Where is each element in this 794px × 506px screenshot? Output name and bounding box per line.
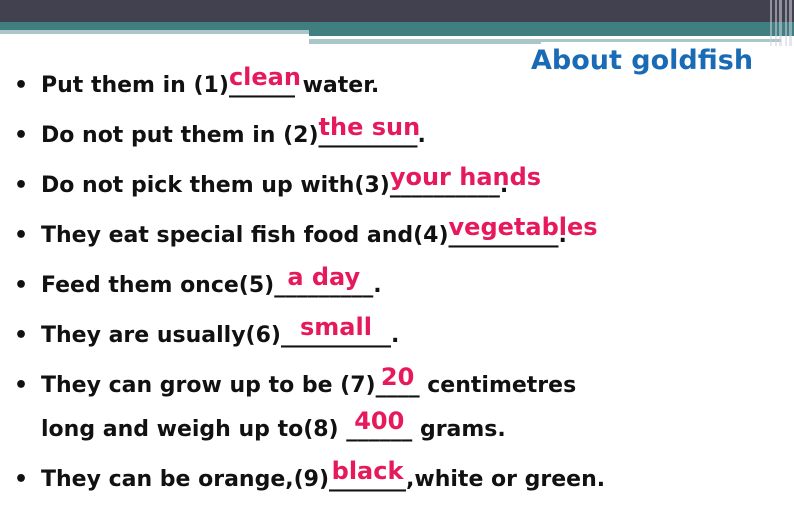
item-text-after: . bbox=[373, 273, 382, 298]
bullet: • bbox=[14, 173, 29, 198]
list-item: • Do not pick them up with(3)__________ yo… bbox=[14, 164, 541, 199]
answer-blank: _______ black bbox=[329, 458, 406, 493]
item-text-after: grams. bbox=[412, 417, 506, 442]
item-text: Put them in (1) bbox=[41, 73, 229, 98]
answer-blank: _________ a day bbox=[274, 264, 373, 299]
bullet: • bbox=[14, 373, 29, 398]
list-item-continuation: long and weigh up to(8) ______ 400 grams. bbox=[41, 408, 506, 443]
list-item: • Put them in (1)______ clean water. bbox=[14, 64, 380, 99]
answer-blank: _________ the sun bbox=[319, 114, 421, 149]
header-dark-bar bbox=[0, 0, 794, 22]
item-text: Feed them once(5) bbox=[41, 273, 275, 298]
bullet: • bbox=[14, 273, 29, 298]
item-text: Do not put them in (2) bbox=[41, 123, 319, 148]
item-text: They can grow up to be (7) bbox=[41, 373, 376, 398]
bullet: • bbox=[14, 123, 29, 148]
answer-text: 400 bbox=[354, 407, 405, 435]
list-item: • They can grow up to be (7)____ 20 centim… bbox=[14, 364, 577, 399]
answer-blank: __________ your hands bbox=[390, 164, 541, 199]
header-accent-line-right-2 bbox=[541, 39, 781, 42]
bullet: • bbox=[14, 323, 29, 348]
answer-blank: ______ clean bbox=[229, 64, 301, 99]
list-item: • Feed them once(5)_________ a day. bbox=[14, 264, 382, 299]
bullet: • bbox=[14, 223, 29, 248]
answer-text: a day bbox=[287, 263, 361, 291]
item-text: They can be orange,(9) bbox=[41, 467, 330, 492]
list-item: • They can be orange,(9)_______ black ,whit… bbox=[14, 458, 606, 493]
header-stripes bbox=[768, 0, 794, 46]
header-teal-bar-right bbox=[309, 30, 794, 36]
item-text: Do not pick them up with(3) bbox=[41, 173, 390, 198]
item-text-after: ,white or green. bbox=[406, 467, 606, 492]
item-text: They eat special fish food and(4) bbox=[41, 223, 449, 248]
item-text-after: centimetres bbox=[419, 373, 577, 398]
answer-blank: ______ 400 bbox=[346, 408, 412, 443]
header-teal-bar bbox=[0, 22, 794, 30]
item-text-after: water. bbox=[294, 73, 380, 98]
answer-text: the sun bbox=[318, 113, 421, 141]
item-text: They are usually(6) bbox=[41, 323, 281, 348]
answer-blank: ____ 20 bbox=[376, 364, 420, 399]
bullet: • bbox=[14, 467, 29, 492]
list-item: • They eat special fish food and(4)______… bbox=[14, 214, 598, 249]
bullet: • bbox=[14, 73, 29, 98]
item-text-after: . bbox=[390, 323, 400, 348]
answer-text: black bbox=[331, 457, 404, 485]
answer-text: 20 bbox=[380, 363, 415, 391]
answer-text: vegetables bbox=[448, 213, 598, 241]
list-item: • They are usually(6)__________ small. bbox=[14, 314, 400, 349]
answer-blank: __________ small bbox=[281, 314, 391, 349]
answer-blank: __________ vegetables bbox=[449, 214, 598, 249]
header-accent-line-left bbox=[0, 30, 309, 34]
header-accent-line-right bbox=[309, 39, 541, 44]
answer-text: small bbox=[300, 313, 372, 341]
item-text: long and weigh up to(8) bbox=[41, 417, 347, 442]
answer-text: your hands bbox=[389, 163, 542, 191]
list-item: • Do not put them in (2)_________ the sun. bbox=[14, 114, 426, 149]
slide-title: About goldfish bbox=[531, 45, 754, 76]
answer-text: clean bbox=[228, 63, 301, 91]
